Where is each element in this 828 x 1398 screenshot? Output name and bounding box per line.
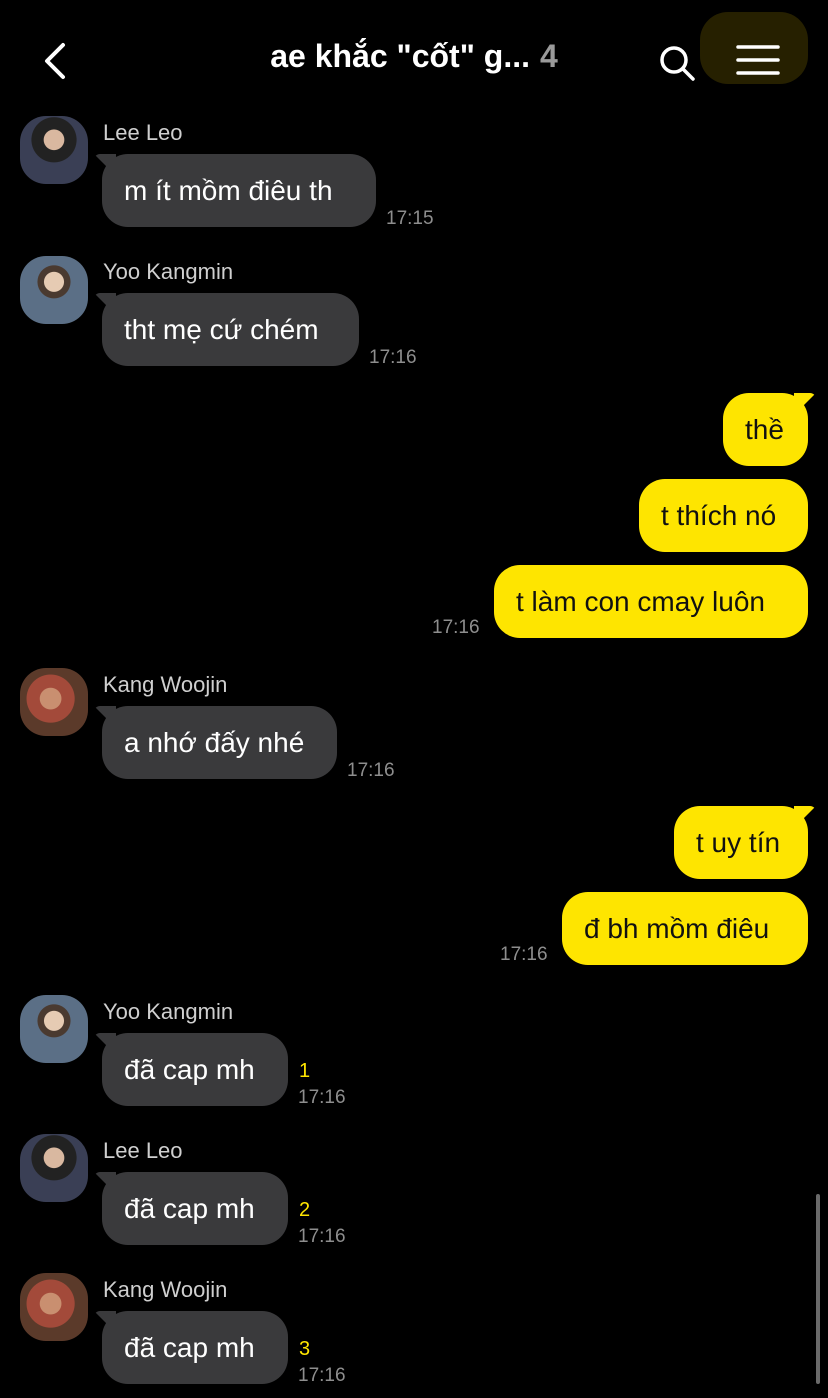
member-count: 4 <box>539 38 558 74</box>
message-bubble[interactable]: tht mẹ cứ chém <box>102 293 359 366</box>
avatar[interactable] <box>20 256 88 324</box>
sender-name: Yoo Kangmin <box>103 259 234 284</box>
sender-name: Kang Woojin <box>103 672 228 697</box>
avatar[interactable] <box>20 668 88 736</box>
message-time: 17:16 <box>369 347 417 368</box>
avatar[interactable] <box>20 116 88 184</box>
message-bubble[interactable]: đã cap mh <box>102 1033 288 1106</box>
message-bubble[interactable]: đã cap mh <box>102 1311 288 1384</box>
message-bubble[interactable]: m ít mồm điêu th <box>102 154 376 227</box>
message-bubble[interactable]: t thích nó <box>639 479 808 552</box>
message-bubble[interactable]: t làm con cmay luôn <box>494 565 808 638</box>
search-button[interactable] <box>652 38 702 88</box>
unread-count: 3 <box>299 1338 311 1360</box>
unread-count: 1 <box>299 1060 311 1082</box>
message-time: 17:16 <box>298 1365 346 1386</box>
avatar[interactable] <box>20 995 88 1063</box>
message-time: 17:16 <box>298 1226 346 1247</box>
back-button[interactable] <box>30 36 80 86</box>
message-time: 17:15 <box>386 208 434 229</box>
search-icon <box>660 46 695 81</box>
menu-button[interactable] <box>730 34 786 86</box>
message-bubble[interactable]: đ bh mồm điêu <box>562 892 808 965</box>
message-bubble[interactable]: t uy tín <box>674 806 808 879</box>
sender-name: Lee Leo <box>103 1138 183 1163</box>
hamburger-menu-icon <box>736 45 780 75</box>
avatar[interactable] <box>20 1273 88 1341</box>
unread-count: 2 <box>299 1199 311 1221</box>
sender-name: Yoo Kangmin <box>103 999 234 1024</box>
message-bubble[interactable]: a nhớ đấy nhé <box>102 706 337 779</box>
message-time: 17:16 <box>347 760 395 781</box>
message-time: 17:16 <box>432 617 480 638</box>
chat-header: ae khắc "cốt" g... 4 <box>0 0 828 118</box>
scrollbar[interactable] <box>816 1194 820 1384</box>
chat-title-area[interactable]: ae khắc "cốt" g... 4 <box>200 38 628 88</box>
chevron-left-icon <box>45 43 65 79</box>
chat-title: ae khắc "cốt" g... <box>270 38 530 74</box>
message-bubble[interactable]: thề <box>723 393 808 466</box>
sender-name: Kang Woojin <box>103 1277 228 1302</box>
message-time: 17:16 <box>298 1087 346 1108</box>
message-bubble[interactable]: đã cap mh <box>102 1172 288 1245</box>
avatar[interactable] <box>20 1134 88 1202</box>
message-time: 17:16 <box>500 944 548 965</box>
sender-name: Lee Leo <box>103 120 183 145</box>
